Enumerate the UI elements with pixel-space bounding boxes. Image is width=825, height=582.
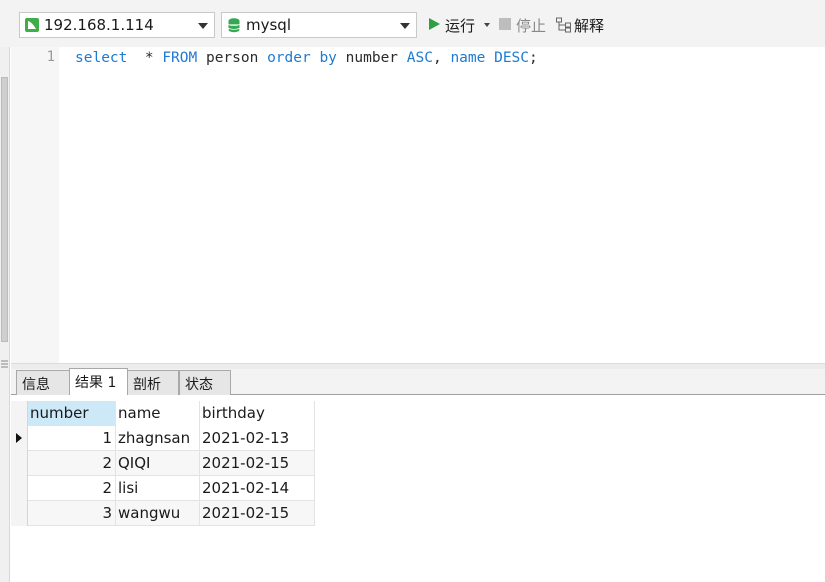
cell-number[interactable]: 2 bbox=[28, 476, 116, 501]
run-dropdown-icon[interactable] bbox=[484, 23, 490, 27]
cell-birthday[interactable]: 2021-02-13 bbox=[200, 426, 315, 451]
stop-label: 停止 bbox=[516, 17, 547, 35]
toolbar: 192.168.1.114 mysql 运行 停止 解释 bbox=[0, 0, 825, 47]
current-row-arrow-icon bbox=[16, 433, 22, 443]
sql-text: person bbox=[197, 50, 268, 66]
sql-editor[interactable]: select * FROM person order by number ASC… bbox=[59, 47, 825, 363]
tab-status[interactable]: 状态 bbox=[179, 370, 231, 395]
splitter-grip-icon[interactable] bbox=[0, 358, 9, 370]
sql-text: * bbox=[127, 50, 163, 66]
sql-text: ; bbox=[529, 50, 538, 66]
cell-birthday[interactable]: 2021-02-14 bbox=[200, 476, 315, 501]
column-header-birthday[interactable]: birthday bbox=[200, 401, 315, 426]
row-header[interactable] bbox=[11, 501, 28, 526]
stop-button[interactable]: 停止 bbox=[498, 15, 550, 35]
cell-name[interactable]: wangwu bbox=[116, 501, 200, 526]
vertical-scrollbar[interactable] bbox=[1, 77, 8, 342]
run-icon bbox=[429, 18, 440, 30]
cell-name[interactable]: zhagnsan bbox=[116, 426, 200, 451]
sql-keyword: ASC bbox=[406, 50, 433, 66]
left-panel-edge bbox=[0, 47, 10, 582]
sql-text: , bbox=[432, 50, 451, 66]
explain-label: 解释 bbox=[574, 17, 605, 35]
connection-name: 192.168.1.114 bbox=[44, 16, 154, 34]
database-name: mysql bbox=[246, 16, 291, 34]
cell-number[interactable]: 1 bbox=[28, 426, 116, 451]
sql-keyword: name bbox=[450, 50, 486, 66]
row-header[interactable] bbox=[11, 476, 28, 501]
chevron-down-icon bbox=[198, 23, 208, 29]
cell-number[interactable]: 3 bbox=[28, 501, 116, 526]
cell-name[interactable]: QIQI bbox=[116, 451, 200, 476]
sql-keyword: FROM bbox=[162, 50, 198, 66]
sql-text: number bbox=[336, 50, 407, 66]
stop-icon bbox=[499, 18, 511, 30]
connection-icon bbox=[25, 18, 39, 32]
table-row[interactable]: 2 lisi 2021-02-14 bbox=[11, 476, 315, 501]
run-label: 运行 bbox=[445, 17, 476, 35]
explain-icon bbox=[556, 17, 571, 33]
sql-keyword: order by bbox=[267, 50, 337, 66]
cell-name[interactable]: lisi bbox=[116, 476, 200, 501]
run-button[interactable]: 运行 bbox=[427, 15, 493, 35]
cell-number[interactable]: 2 bbox=[28, 451, 116, 476]
sql-keyword: DESC bbox=[494, 50, 530, 66]
corner-cell[interactable] bbox=[11, 401, 28, 426]
line-number-gutter: 1 bbox=[11, 47, 59, 363]
connection-select[interactable]: 192.168.1.114 bbox=[19, 12, 215, 38]
table-row[interactable]: 2 QIQI 2021-02-15 bbox=[11, 451, 315, 476]
column-header-number[interactable]: number bbox=[28, 401, 116, 426]
column-header-name[interactable]: name bbox=[116, 401, 200, 426]
code-line[interactable]: select * FROM person order by number ASC… bbox=[75, 49, 538, 67]
tab-profile[interactable]: 剖析 bbox=[127, 370, 179, 395]
grid-header-row: number name birthday bbox=[11, 401, 315, 426]
explain-button[interactable]: 解释 bbox=[556, 15, 612, 35]
row-header[interactable] bbox=[11, 451, 28, 476]
table-row[interactable]: 3 wangwu 2021-02-15 bbox=[11, 501, 315, 526]
database-icon bbox=[228, 18, 240, 33]
cell-birthday[interactable]: 2021-02-15 bbox=[200, 501, 315, 526]
cell-birthday[interactable]: 2021-02-15 bbox=[200, 451, 315, 476]
table-row[interactable]: 1 zhagnsan 2021-02-13 bbox=[11, 426, 315, 451]
sql-keyword: select bbox=[75, 50, 128, 66]
tab-info[interactable]: 信息 bbox=[16, 370, 70, 395]
database-select[interactable]: mysql bbox=[221, 12, 417, 38]
tab-result-1[interactable]: 结果 1 bbox=[69, 368, 128, 395]
chevron-down-icon bbox=[400, 23, 410, 29]
result-tabs: 信息 结果 1 剖析 状态 bbox=[11, 368, 825, 395]
row-header[interactable] bbox=[11, 426, 28, 451]
line-number: 1 bbox=[46, 49, 55, 65]
